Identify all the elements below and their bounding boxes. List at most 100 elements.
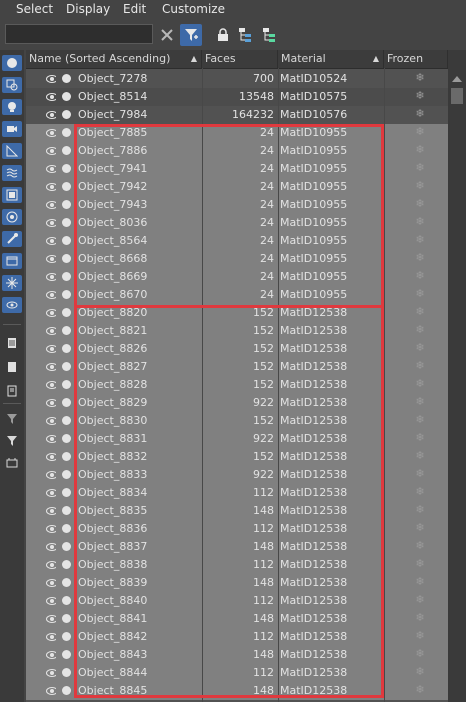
visibility-eye-icon[interactable] bbox=[46, 273, 56, 281]
frozen-snowflake-icon[interactable]: ❄ bbox=[413, 665, 427, 678]
list-icon-2[interactable] bbox=[2, 359, 22, 375]
frozen-snowflake-icon[interactable]: ❄ bbox=[413, 575, 427, 588]
render-dot-icon[interactable] bbox=[62, 578, 71, 587]
visibility-eye-icon[interactable] bbox=[46, 255, 56, 263]
filter-icon[interactable] bbox=[2, 433, 22, 449]
bones-icon[interactable] bbox=[2, 231, 22, 247]
hierarchy-icon[interactable] bbox=[234, 24, 256, 46]
frozen-snowflake-icon[interactable]: ❄ bbox=[413, 269, 427, 282]
render-dot-icon[interactable] bbox=[62, 200, 71, 209]
visibility-eye-icon[interactable] bbox=[46, 471, 56, 479]
render-dot-icon[interactable] bbox=[62, 650, 71, 659]
render-dot-icon[interactable] bbox=[62, 434, 71, 443]
visibility-eye-icon[interactable] bbox=[46, 219, 56, 227]
visibility-eye-icon[interactable] bbox=[46, 201, 56, 209]
visibility-eye-icon[interactable] bbox=[46, 93, 56, 101]
filter-add-icon[interactable] bbox=[2, 411, 22, 427]
render-dot-icon[interactable] bbox=[62, 218, 71, 227]
frozen-snowflake-icon[interactable]: ❄ bbox=[413, 431, 427, 444]
clear-search-icon[interactable] bbox=[156, 24, 178, 46]
lights-icon[interactable] bbox=[2, 99, 22, 115]
menu-customize[interactable]: Customize bbox=[162, 2, 225, 16]
geometry-icon[interactable] bbox=[2, 55, 22, 71]
render-dot-icon[interactable] bbox=[62, 182, 71, 191]
visibility-eye-icon[interactable] bbox=[46, 543, 56, 551]
render-dot-icon[interactable] bbox=[62, 668, 71, 677]
frozen-snowflake-icon[interactable]: ❄ bbox=[413, 683, 427, 696]
frozen-snowflake-icon[interactable]: ❄ bbox=[413, 305, 427, 318]
visibility-eye-icon[interactable] bbox=[46, 309, 56, 317]
visibility-eye-icon[interactable] bbox=[46, 327, 56, 335]
visibility-eye-icon[interactable] bbox=[46, 183, 56, 191]
render-dot-icon[interactable] bbox=[62, 344, 71, 353]
visibility-eye-icon[interactable] bbox=[46, 345, 56, 353]
helpers-icon[interactable] bbox=[2, 143, 22, 159]
visibility-eye-icon[interactable] bbox=[46, 651, 56, 659]
xrefs-icon[interactable] bbox=[2, 209, 22, 225]
frozen-snowflake-icon[interactable]: ❄ bbox=[413, 125, 427, 138]
visibility-eye-icon[interactable] bbox=[46, 129, 56, 137]
frozen-snowflake-icon[interactable]: ❄ bbox=[413, 107, 427, 120]
list-icon-3[interactable] bbox=[2, 383, 22, 399]
shapes-icon[interactable] bbox=[2, 77, 22, 93]
visibility-eye-icon[interactable] bbox=[46, 453, 56, 461]
lock-icon[interactable] bbox=[212, 24, 234, 46]
scroll-up-icon[interactable] bbox=[452, 76, 462, 82]
render-dot-icon[interactable] bbox=[62, 686, 71, 695]
render-dot-icon[interactable] bbox=[62, 254, 71, 263]
cameras-icon[interactable] bbox=[2, 121, 22, 137]
frozen-snowflake-icon[interactable]: ❄ bbox=[413, 143, 427, 156]
render-dot-icon[interactable] bbox=[62, 506, 71, 515]
visibility-eye-icon[interactable] bbox=[46, 687, 56, 695]
render-dot-icon[interactable] bbox=[62, 416, 71, 425]
frozen-snowflake-icon[interactable]: ❄ bbox=[413, 287, 427, 300]
render-dot-icon[interactable] bbox=[62, 560, 71, 569]
render-dot-icon[interactable] bbox=[62, 92, 71, 101]
visibility-eye-icon[interactable] bbox=[46, 615, 56, 623]
frozen-snowflake-icon[interactable]: ❄ bbox=[413, 359, 427, 372]
frozen-snowflake-icon[interactable]: ❄ bbox=[413, 377, 427, 390]
frozen-snowflake-icon[interactable]: ❄ bbox=[413, 593, 427, 606]
menu-select[interactable]: Select bbox=[16, 2, 53, 16]
frozen-snowflake-icon[interactable]: ❄ bbox=[413, 215, 427, 228]
visibility-eye-icon[interactable] bbox=[46, 633, 56, 641]
visibility-eye-icon[interactable] bbox=[46, 147, 56, 155]
scroll-thumb[interactable] bbox=[451, 88, 463, 104]
render-dot-icon[interactable] bbox=[62, 308, 71, 317]
search-input[interactable] bbox=[5, 24, 153, 44]
frozen-snowflake-icon[interactable]: ❄ bbox=[413, 233, 427, 246]
visibility-eye-icon[interactable] bbox=[46, 435, 56, 443]
frozen-snowflake-icon[interactable]: ❄ bbox=[413, 251, 427, 264]
groups-icon[interactable] bbox=[2, 187, 22, 203]
render-dot-icon[interactable] bbox=[62, 128, 71, 137]
render-dot-icon[interactable] bbox=[62, 164, 71, 173]
frozen-snowflake-icon[interactable]: ❄ bbox=[413, 71, 427, 84]
frozen-snowflake-icon[interactable]: ❄ bbox=[413, 395, 427, 408]
render-dot-icon[interactable] bbox=[62, 326, 71, 335]
visibility-eye-icon[interactable] bbox=[46, 399, 56, 407]
menu-edit[interactable]: Edit bbox=[123, 2, 146, 16]
render-dot-icon[interactable] bbox=[62, 362, 71, 371]
visibility-eye-icon[interactable] bbox=[46, 75, 56, 83]
render-dot-icon[interactable] bbox=[62, 380, 71, 389]
frozen-snowflake-icon[interactable]: ❄ bbox=[413, 503, 427, 516]
frozen-snowflake-icon[interactable]: ❄ bbox=[413, 611, 427, 624]
render-dot-icon[interactable] bbox=[62, 542, 71, 551]
frozen-snowflake-icon[interactable]: ❄ bbox=[413, 323, 427, 336]
visibility-eye-icon[interactable] bbox=[46, 669, 56, 677]
hierarchy-alt-icon[interactable] bbox=[258, 24, 280, 46]
frozen-snowflake-icon[interactable]: ❄ bbox=[413, 467, 427, 480]
visibility-eye-icon[interactable] bbox=[46, 381, 56, 389]
hidden-icon[interactable] bbox=[2, 297, 22, 313]
render-dot-icon[interactable] bbox=[62, 290, 71, 299]
frozen-snowflake-icon[interactable]: ❄ bbox=[413, 485, 427, 498]
render-dot-icon[interactable] bbox=[62, 596, 71, 605]
render-dot-icon[interactable] bbox=[62, 272, 71, 281]
visibility-eye-icon[interactable] bbox=[46, 561, 56, 569]
render-dot-icon[interactable] bbox=[62, 146, 71, 155]
layer-icon[interactable] bbox=[2, 455, 22, 471]
containers-icon[interactable] bbox=[2, 253, 22, 269]
render-dot-icon[interactable] bbox=[62, 524, 71, 533]
visibility-eye-icon[interactable] bbox=[46, 507, 56, 515]
frozen-snowflake-icon[interactable]: ❄ bbox=[413, 521, 427, 534]
